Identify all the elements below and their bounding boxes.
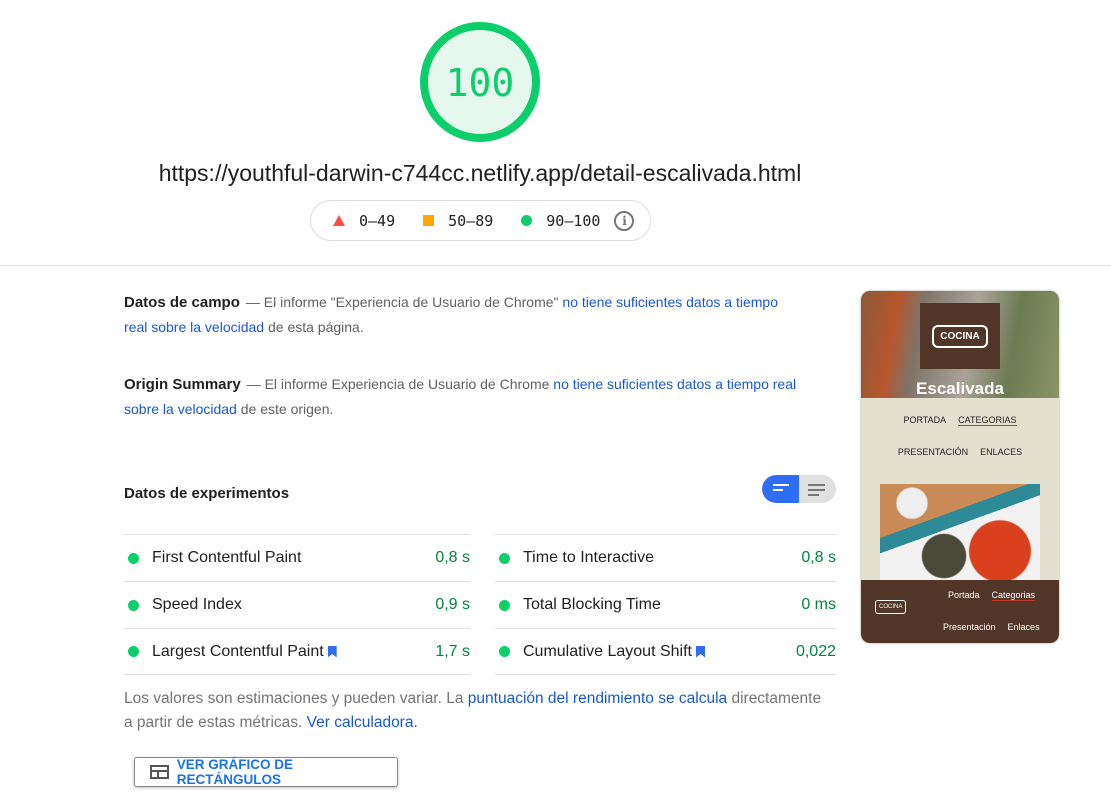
bookmark-icon <box>327 645 337 658</box>
nav-item: Enlaces <box>1007 622 1040 632</box>
metrics-grid: First Contentful Paint 0,8 s Time to Inte… <box>124 534 836 675</box>
page-screenshot: COCINA Escalivada PORTADA CATEGORIAS PRES… <box>861 291 1059 643</box>
estimate-note: Los valores son estimaciones y pueden va… <box>124 687 824 735</box>
metric-row: Time to Interactive 0,8 s <box>495 534 836 581</box>
origin-summary-section: Origin Summary — El informe Experiencia d… <box>124 372 804 422</box>
text: de esta página. <box>264 319 364 335</box>
square-icon <box>423 215 435 226</box>
legend-label: 0–49 <box>359 211 396 230</box>
score-calc-link[interactable]: puntuación del rendimiento se calcula <box>468 690 727 707</box>
metric-row: Total Blocking Time 0 ms <box>495 581 836 628</box>
divider <box>0 265 1111 266</box>
legend-label: 50–89 <box>448 211 494 230</box>
nav-item: ENLACES <box>980 447 1023 457</box>
pass-icon <box>499 646 510 657</box>
field-data-section: Datos de campo — El informe "Experiencia … <box>124 290 804 340</box>
metric-value: 1,7 s <box>435 642 470 660</box>
page-url: https://youthful-darwin-c744cc.netlify.a… <box>158 160 802 186</box>
nav-item: PORTADA <box>903 415 947 425</box>
text: — El informe Experiencia de Usuario de C… <box>246 376 554 392</box>
metrics-view-toggle[interactable] <box>762 475 836 503</box>
metric-row: Cumulative Layout Shift 0,022 <box>495 628 836 675</box>
metric-value: 0 ms <box>801 596 836 613</box>
circle-icon <box>521 215 533 226</box>
triangle-icon <box>333 215 345 226</box>
nav-item: Categorias <box>991 590 1036 601</box>
score-gauge: 100 <box>420 22 540 142</box>
section-title: Origin Summary <box>124 376 241 393</box>
metric-label: Cumulative Layout Shift <box>523 642 692 660</box>
screenshot-title: Escalivada <box>916 379 1004 398</box>
site-logo: COCINA <box>920 303 1000 369</box>
metric-label: Total Blocking Time <box>523 596 661 613</box>
metric-row: Speed Index 0,9 s <box>124 581 470 628</box>
info-icon[interactable]: i <box>614 210 635 231</box>
metric-value: 0,8 s <box>801 549 836 566</box>
treemap-button[interactable]: VER GRÁFICO DE RECTÁNGULOS <box>134 757 398 787</box>
text: de este origen. <box>236 401 334 417</box>
nav-item: PRESENTACIÓN <box>897 447 969 457</box>
button-label: VER GRÁFICO DE RECTÁNGULOS <box>176 757 293 787</box>
bookmark-icon <box>695 645 705 658</box>
nav-item: Portada <box>948 590 980 600</box>
legend-label: 90–100 <box>546 211 601 230</box>
screenshot-footer: COCINA Portada Categorias Presentación Enl… <box>861 580 1059 643</box>
metric-label: Speed Index <box>152 596 242 613</box>
footer-nav: Presentación Enlaces <box>937 622 1046 632</box>
score-value: 100 <box>445 61 515 105</box>
screenshot-nav: PORTADA CATEGORIAS <box>861 415 1059 426</box>
metric-value: 0,022 <box>795 642 836 660</box>
metric-row: Largest Contentful Paint 1,7 s <box>124 628 470 675</box>
metric-label: Largest Contentful Paint <box>152 642 324 660</box>
footer-nav: Portada Categorias <box>942 590 1041 601</box>
pass-icon <box>128 646 139 657</box>
screenshot-nav: PRESENTACIÓN ENLACES <box>861 447 1059 457</box>
section-title: Datos de campo <box>124 294 240 311</box>
metric-row: First Contentful Paint 0,8 s <box>124 534 470 581</box>
text: Los valores son estimaciones y pueden va… <box>124 690 468 707</box>
compact-view-button[interactable] <box>762 475 799 503</box>
score-legend: 0–49 50–89 90–100 i <box>310 200 651 241</box>
text: — El informe "Experiencia de Usuario de … <box>245 294 563 310</box>
pass-icon <box>128 552 139 564</box>
metric-label: Time to Interactive <box>523 549 655 566</box>
lab-data-title: Datos de experimentos <box>124 485 290 502</box>
nav-item: Presentación <box>943 622 996 632</box>
nav-item: CATEGORIAS <box>958 415 1017 426</box>
pass-icon <box>499 599 510 611</box>
pass-icon <box>499 552 510 564</box>
footer-logo: COCINA <box>875 600 907 614</box>
metric-value: 0,8 s <box>435 549 470 566</box>
treemap-icon <box>150 765 169 779</box>
food-image <box>880 484 1040 580</box>
metric-value: 0,9 s <box>435 596 470 613</box>
expanded-view-button[interactable] <box>808 484 825 499</box>
metric-label: First Contentful Paint <box>152 549 302 566</box>
logo-text: COCINA <box>932 324 988 348</box>
calculator-link[interactable]: Ver calculadora. <box>307 714 418 731</box>
pass-icon <box>128 599 139 611</box>
